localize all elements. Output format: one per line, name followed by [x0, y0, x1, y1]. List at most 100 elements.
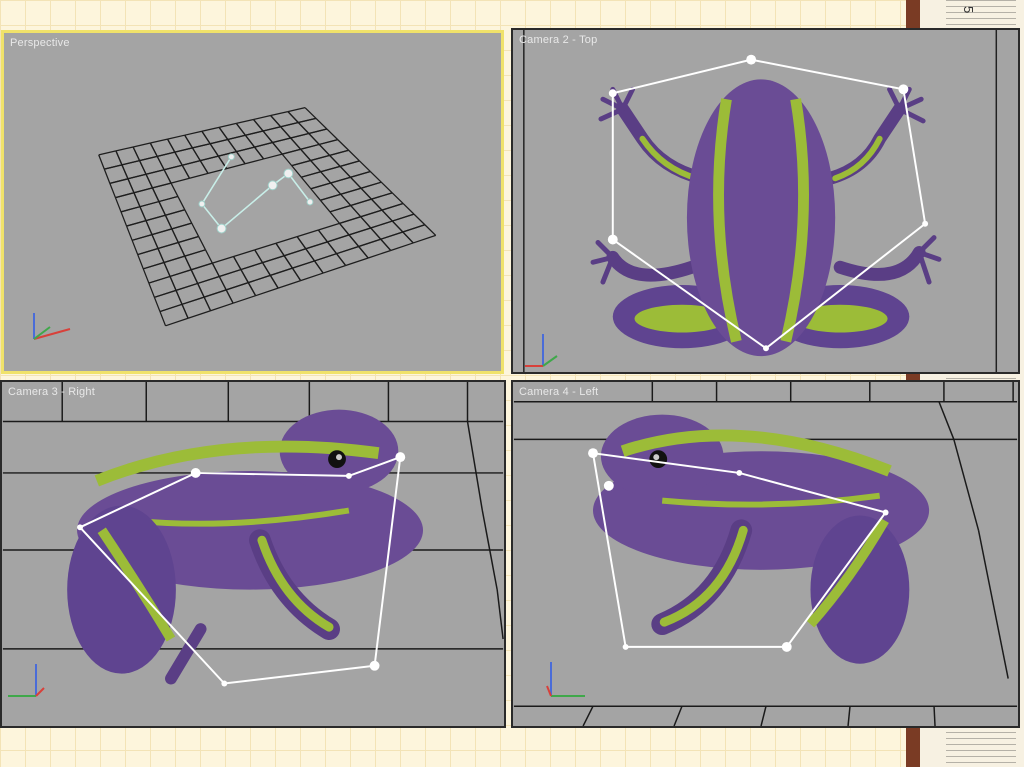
grid-line [413, 234, 436, 244]
grid-line [175, 282, 198, 291]
top-scene[interactable] [513, 30, 1018, 372]
grid-line [212, 255, 234, 264]
grid-line [114, 197, 122, 213]
grid-line [184, 255, 192, 271]
grid-line [348, 149, 360, 162]
grid-line [121, 160, 140, 166]
grid-line [233, 249, 255, 258]
grid-line [218, 276, 227, 291]
grid-line [211, 262, 220, 277]
grid-line [291, 267, 302, 281]
grid-line [145, 214, 166, 222]
grid-line [191, 147, 201, 162]
grid-line [174, 151, 183, 166]
grid-line [142, 268, 150, 284]
grid-line [115, 150, 123, 166]
grid-line [319, 199, 331, 213]
grid-line [131, 240, 139, 255]
grid-line [360, 181, 382, 189]
grid-line [137, 247, 159, 256]
frog-model-right [67, 409, 424, 685]
grid-line [402, 231, 414, 244]
grid-line [358, 246, 369, 259]
spline-vertex-icon [736, 469, 743, 476]
grid-line [263, 153, 283, 160]
grid-line [178, 235, 199, 244]
grid-line [145, 220, 153, 235]
grid-line [109, 183, 117, 198]
grid-line [245, 130, 264, 136]
spline-vertex-icon [922, 220, 929, 227]
grid-line [210, 302, 234, 312]
grid-line [281, 148, 301, 155]
viewport-label-perspective[interactable]: Perspective [10, 37, 70, 49]
viewport-camera4-left[interactable]: Camera 4 - Left [511, 380, 1020, 728]
grid-line [132, 142, 151, 148]
spline-vertex-icon [395, 452, 406, 463]
grid-line [308, 133, 320, 145]
grid-line [139, 206, 147, 221]
grid-line [330, 176, 351, 184]
spline-vertex-icon [607, 234, 618, 245]
grid-line [248, 274, 271, 284]
grid-line [300, 272, 324, 282]
spline-vertex-icon [763, 345, 769, 352]
spline-vertex-icon [603, 480, 614, 491]
grid-line [149, 142, 158, 157]
grid-line [270, 115, 282, 128]
grid-line [226, 163, 246, 170]
grid-line [283, 255, 293, 269]
spline-vertex-icon [608, 89, 617, 98]
grid-line [204, 249, 213, 264]
grid-line [350, 198, 372, 207]
grid-line [166, 138, 176, 153]
grid-line [291, 165, 302, 178]
grid-line [98, 150, 117, 156]
grid-line [320, 165, 341, 173]
grid-line [348, 227, 371, 236]
axis-tripod-icon [8, 664, 45, 697]
grid-line [240, 262, 263, 271]
grid-line [315, 117, 328, 130]
grid-line [254, 249, 264, 263]
grid-line [253, 114, 271, 121]
grid-line [350, 176, 362, 189]
viewport-label-camera3-right[interactable]: Camera 3 - Right [8, 386, 95, 398]
grid-line [158, 195, 179, 203]
grid-line [292, 260, 315, 269]
grid-line [290, 132, 309, 139]
viewport-camera3-right[interactable]: Camera 3 - Right [0, 380, 506, 728]
grid-line [198, 236, 207, 251]
grid-line [235, 123, 246, 136]
grid-line [360, 216, 372, 229]
viewport-camera2-top[interactable]: Camera 2 - Top [511, 28, 1020, 374]
grid-line [327, 234, 350, 243]
viewport-perspective[interactable]: Perspective [1, 30, 504, 374]
grid-line [167, 134, 185, 140]
frog-model-left [593, 414, 930, 664]
grid-line [262, 130, 274, 143]
grid-line [330, 182, 342, 195]
grid-line [197, 283, 205, 298]
grid-line [233, 256, 242, 270]
grid-line [381, 209, 393, 222]
grid-line [322, 264, 346, 274]
grid-line [339, 165, 352, 178]
grid-line [269, 275, 279, 289]
grid-line [209, 143, 219, 157]
grid-line [137, 254, 144, 270]
grid-line [319, 138, 338, 146]
grid-line [244, 158, 264, 165]
grid-line [138, 160, 147, 175]
grid-line [227, 139, 237, 152]
viewport-label-camera4-left[interactable]: Camera 4 - Left [519, 386, 598, 398]
grid-line [280, 121, 299, 128]
viewport-label-camera2-top[interactable]: Camera 2 - Top [519, 34, 597, 46]
grid-line [254, 146, 265, 160]
grid-line [125, 225, 133, 241]
grid-line [219, 268, 242, 278]
grid-line [291, 159, 311, 167]
right-scene[interactable] [2, 382, 504, 726]
spline-vertex-icon [227, 153, 235, 161]
grid-line [126, 220, 147, 227]
